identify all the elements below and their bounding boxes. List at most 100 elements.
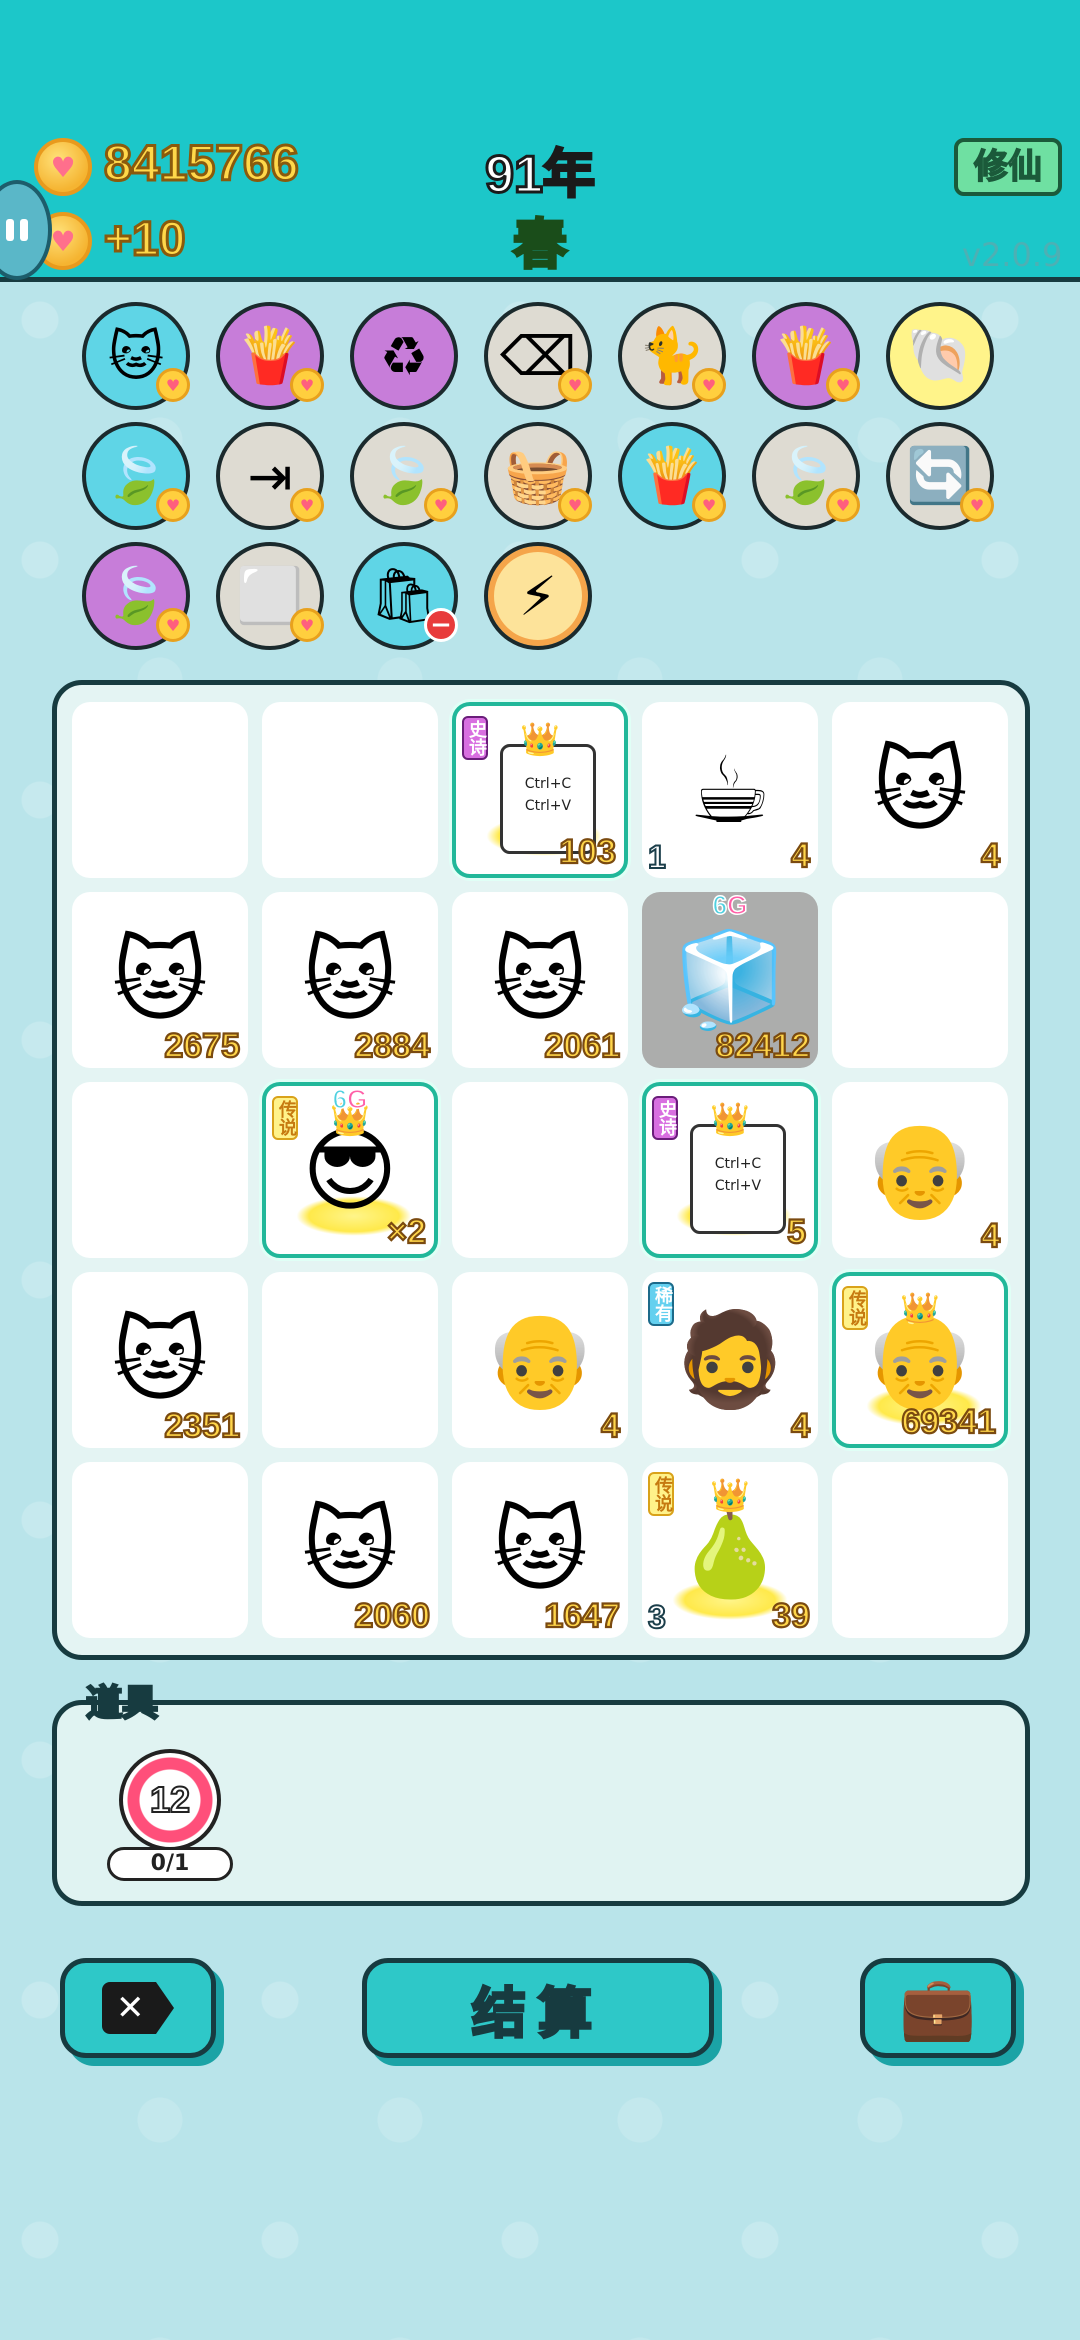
board-cell[interactable]: Ctrl+C Ctrl+V 👑 史诗 5 [642, 1082, 818, 1258]
target-item-count: 0/1 [107, 1847, 233, 1881]
cell-value: 2060 [353, 1596, 431, 1636]
board-cell-empty[interactable] [452, 1082, 628, 1258]
heart-badge-icon: ♥ [290, 488, 324, 522]
cell-value: 1647 [543, 1596, 621, 1636]
rarity-tag: 传说 [648, 1472, 674, 1516]
season-label: 春 [512, 212, 569, 278]
board-cell[interactable]: 🐱 2351 [72, 1272, 248, 1448]
skill-cat-icon[interactable]: 🐱 ♥ [82, 302, 190, 410]
xiuxian-button[interactable]: 修仙 [954, 138, 1062, 196]
skill-shell-icon[interactable]: 🐚 [886, 302, 994, 410]
board-cell[interactable]: Ctrl+C Ctrl+V 👑 史诗 103 [452, 702, 628, 878]
heart-badge-icon: ♥ [156, 368, 190, 402]
skill-icon-grid: 🐱 ♥ 🍟 ♥ ♻ ⌫ ♥ 🐈 ♥ 🍟 ♥ 🐚 🍃 ♥ ⇥ ♥ 🍃 ♥ 🧺 ♥ 🍟 ♥ 🍃 ♥ 🔄 ♥ 🍃 ♥ ⬜ ♥ 🛍 − ⚡ [82, 302, 1022, 650]
rarity-tag: 稀有 [648, 1282, 674, 1326]
skill-cat-pair-icon[interactable]: 🐈 ♥ [618, 302, 726, 410]
heart-badge-icon: ♥ [156, 488, 190, 522]
skill-fries-icon[interactable]: 🍟 ♥ [216, 302, 324, 410]
skill-recycle-icon[interactable]: ♻ [350, 302, 458, 410]
skill-skip-icon[interactable]: ⇥ ♥ [216, 422, 324, 530]
skill-fruit-basket-icon[interactable]: 🧺 ♥ [484, 422, 592, 530]
board-cell[interactable]: 🐱 1647 [452, 1462, 628, 1638]
skill-trash-bag-icon[interactable]: 🛍 − [350, 542, 458, 650]
skill-refresh-icon[interactable]: 🔄 ♥ [886, 422, 994, 530]
heart-badge-icon: ♥ [826, 488, 860, 522]
game-board: Ctrl+C Ctrl+V 👑 史诗 103 ☕ 1 4 🐱 4 🐱 2675 🐱 2884 🐱 2061 🧊 6… [52, 680, 1030, 1660]
board-cell-empty[interactable] [72, 1082, 248, 1258]
skill-leaf-icon[interactable]: 🍃 ♥ [350, 422, 458, 530]
cell-level: 1 [647, 838, 667, 876]
board-cell[interactable]: 🐱 2675 [72, 892, 248, 1068]
board-cell-empty[interactable] [72, 702, 248, 878]
board-cell[interactable]: 🧔 稀有 4 [642, 1272, 818, 1448]
heart-badge-icon: ♥ [692, 488, 726, 522]
skill-fries-icon[interactable]: 🍟 ♥ [618, 422, 726, 530]
board-cell[interactable]: 👴 4 [832, 1082, 1008, 1258]
board-cell[interactable]: 🧊 6G 82412 [642, 889, 818, 1068]
board-cell[interactable]: ☕ 1 4 [642, 702, 818, 878]
board-cell[interactable]: 👴 4 [452, 1272, 628, 1448]
backpack-button[interactable]: 💼 [860, 1958, 1016, 2058]
shell-icon: 🐚 [906, 324, 974, 387]
year-label: 91年 [484, 145, 597, 206]
board-cell[interactable]: 🍐 👑 传说 3 39 [642, 1462, 818, 1638]
card-line: Ctrl+V [714, 1178, 762, 1194]
version-label: v2.0.9 [962, 236, 1063, 274]
heart-badge-icon: ♥ [558, 488, 592, 522]
cell-value: 69341 [900, 1402, 997, 1442]
remove-button[interactable]: ✕ [60, 1958, 216, 2058]
board-cell-empty[interactable] [72, 1462, 248, 1638]
cell-value: ×2 [386, 1212, 427, 1252]
heart-badge-icon: ♥ [826, 368, 860, 402]
skill-lightning-icon[interactable]: ⚡ [484, 542, 592, 650]
skill-leaf-icon[interactable]: 🍃 ♥ [82, 422, 190, 530]
cell-value: 39 [771, 1596, 811, 1636]
cell-value: 2061 [543, 1026, 621, 1066]
rarity-tag: 传说 [842, 1286, 868, 1330]
board-cell-empty[interactable] [262, 1272, 438, 1448]
cell-value: 2675 [163, 1026, 241, 1066]
heart-badge-icon: ♥ [290, 608, 324, 642]
cell-value: 82412 [714, 1026, 811, 1066]
heart-badge-icon: ♥ [960, 488, 994, 522]
card-line: Ctrl+V [524, 798, 572, 814]
target-item-icon[interactable]: 12 [119, 1749, 221, 1851]
briefcase-icon: 💼 [899, 1971, 977, 2044]
sixg-badge: 6G [712, 889, 748, 921]
board-cell[interactable]: 😎 👑 6G 传说 ×2 [262, 1082, 438, 1258]
board-cell[interactable]: 🐱 4 [832, 702, 1008, 878]
board-cell-empty[interactable] [832, 892, 1008, 1068]
heart-badge-icon: ♥ [156, 608, 190, 642]
board-cell-empty[interactable] [832, 1462, 1008, 1638]
settle-button[interactable]: 结算 [362, 1958, 714, 2058]
board-cell-empty[interactable] [262, 702, 438, 878]
board-cell[interactable]: 🐱 2884 [262, 892, 438, 1068]
cell-value: 2351 [163, 1406, 241, 1446]
cell-value: 4 [790, 1406, 811, 1446]
skill-fries-icon[interactable]: 🍟 ♥ [752, 302, 860, 410]
card-line: Ctrl+C [524, 776, 572, 792]
lightning-icon: ⚡ [519, 564, 557, 628]
rarity-tag: 传说 [272, 1096, 298, 1140]
skill-sugar-cubes-icon[interactable]: ⬜ ♥ [216, 542, 324, 650]
cell-value: 2884 [353, 1026, 431, 1066]
copy-paste-card-icon: Ctrl+C Ctrl+V [690, 1119, 807, 1235]
board-cell[interactable]: 🐱 2060 [262, 1462, 438, 1638]
skill-delete-tag-icon[interactable]: ⌫ ♥ [484, 302, 592, 410]
board-cell[interactable]: 🐱 2061 [452, 892, 628, 1068]
heart-badge-icon: ♥ [558, 368, 592, 402]
skill-leaf-icon[interactable]: 🍃 ♥ [82, 542, 190, 650]
board-cell[interactable]: 👴 👑 传说 69341 [832, 1272, 1008, 1448]
recycle-icon: ♻ [379, 324, 429, 388]
heart-badge-icon: ♥ [290, 368, 324, 402]
cell-value: 4 [980, 1216, 1001, 1256]
cell-value: 4 [600, 1406, 621, 1446]
skill-leaf-icon[interactable]: 🍃 ♥ [752, 422, 860, 530]
cell-value: 5 [786, 1212, 807, 1252]
heart-badge-icon: ♥ [692, 368, 726, 402]
cat-icon: 🐱 [107, 324, 165, 388]
settle-label: 结算 [471, 1980, 604, 2046]
rarity-tag: 史诗 [652, 1096, 678, 1140]
skip-icon: ⇥ [247, 444, 293, 508]
top-bar: ♥ 8415766 ♥ +10 91年 春 修仙 v2.0.9 [0, 0, 1080, 282]
